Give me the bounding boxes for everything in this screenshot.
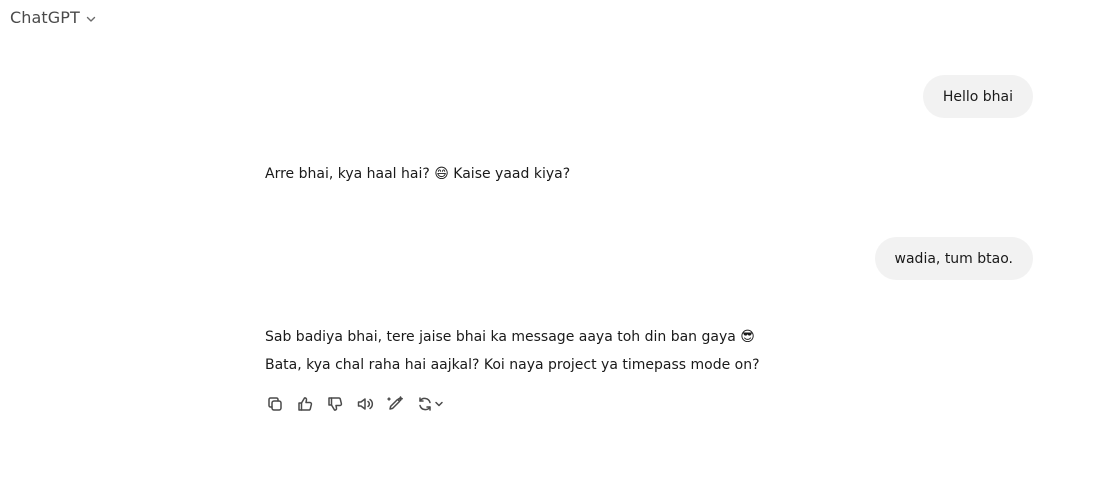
user-message: wadia, tum btao. xyxy=(874,237,1033,280)
good-response-button[interactable] xyxy=(293,392,317,416)
read-aloud-button[interactable] xyxy=(353,392,377,416)
regenerate-button[interactable] xyxy=(413,392,447,416)
model-name: ChatGPT xyxy=(10,8,80,27)
model-selector[interactable]: ChatGPT xyxy=(10,8,98,27)
assistant-message-line: Bata, kya chal raha hai aajkal? Koi naya… xyxy=(265,357,760,373)
user-message: Hello bhai xyxy=(922,75,1033,118)
thumbs-up-icon xyxy=(298,397,313,411)
bad-response-button[interactable] xyxy=(323,392,347,416)
message-actions xyxy=(263,392,447,416)
assistant-message-line: Sab badiya bhai, tere jaise bhai ka mess… xyxy=(265,329,755,345)
copy-button[interactable] xyxy=(263,392,287,416)
assistant-message: Sab badiya bhai, tere jaise bhai ka mess… xyxy=(265,323,760,379)
speaker-icon xyxy=(357,398,374,410)
regenerate-icon xyxy=(419,397,431,411)
chat-app: ChatGPT Hello bhai Arre bhai, kya haal h… xyxy=(0,0,1117,503)
thumbs-down-icon xyxy=(328,397,343,411)
assistant-message-line: Arre bhai, kya haal hai? 😄 Kaise yaad ki… xyxy=(265,166,571,182)
edit-in-canvas-button[interactable] xyxy=(383,392,407,416)
chevron-down-icon xyxy=(435,401,443,407)
chevron-down-icon xyxy=(84,12,98,26)
edit-canvas-icon xyxy=(387,396,403,410)
assistant-message: Arre bhai, kya haal hai? 😄 Kaise yaad ki… xyxy=(265,160,570,188)
copy-icon xyxy=(268,397,282,411)
